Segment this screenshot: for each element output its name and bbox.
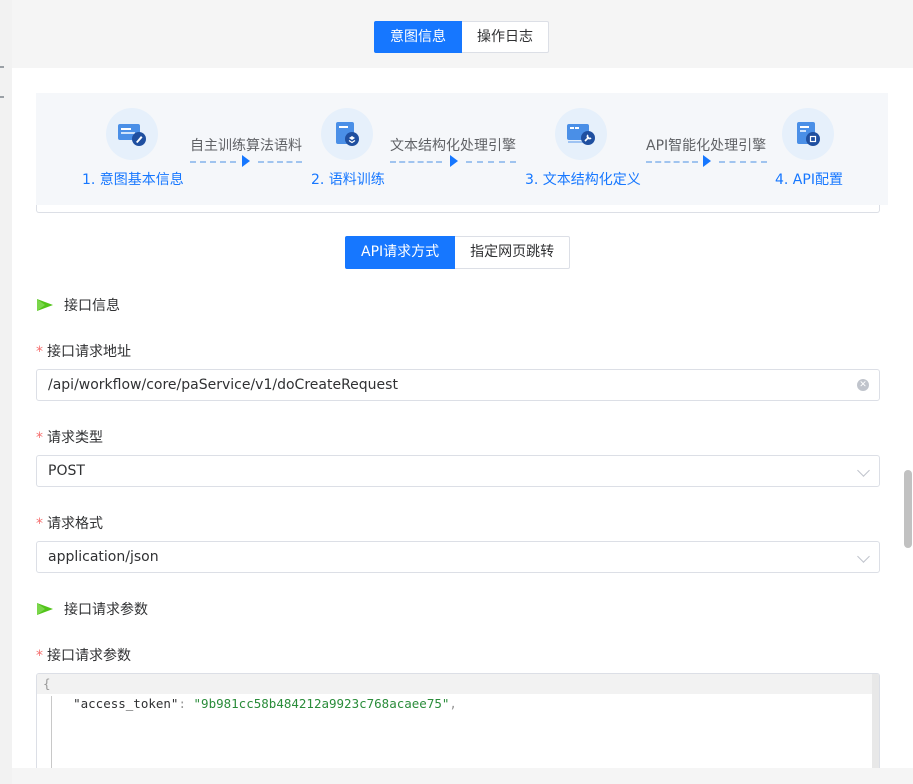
chevron-down-icon bbox=[857, 550, 870, 563]
label-request-method: * 请求类型 bbox=[36, 427, 103, 447]
label-text: 请求格式 bbox=[47, 516, 103, 532]
edge-mark bbox=[0, 66, 4, 68]
connector-1-dash bbox=[258, 161, 302, 163]
connector-2-label: 文本结构化处理引擎 bbox=[390, 138, 516, 154]
collapsed-field-edge bbox=[36, 205, 880, 213]
request-format-select[interactable]: application/json bbox=[36, 541, 880, 573]
tab-page-redirect[interactable]: 指定网页跳转 bbox=[455, 236, 571, 269]
section-interface-info: 接口信息 bbox=[36, 295, 120, 315]
request-url-input[interactable]: /api/workflow/core/paService/v1/doCreate… bbox=[36, 369, 880, 401]
connector-3-label: API智能化处理引擎 bbox=[646, 138, 767, 154]
layers-document-icon[interactable] bbox=[321, 108, 373, 160]
page-scrollbar-thumb[interactable] bbox=[904, 470, 912, 548]
bottom-bar bbox=[12, 768, 913, 784]
request-method-select[interactable]: POST bbox=[36, 455, 880, 487]
step-1-label[interactable]: 1. 意图基本信息 bbox=[82, 169, 184, 189]
section-title-text: 接口信息 bbox=[64, 298, 120, 314]
editor-scrollbar[interactable] bbox=[872, 674, 879, 768]
play-flag-icon bbox=[37, 299, 53, 311]
section-title-text: 接口请求参数 bbox=[64, 602, 148, 618]
step-4-label[interactable]: 4. API配置 bbox=[775, 169, 843, 189]
connector-3-dash bbox=[646, 161, 698, 163]
required-asterisk: * bbox=[36, 344, 43, 360]
select-value: application/json bbox=[48, 549, 159, 565]
label-request-format: * 请求格式 bbox=[36, 513, 103, 533]
left-edge bbox=[0, 0, 12, 784]
request-mode-tabs: API请求方式 指定网页跳转 bbox=[345, 236, 571, 269]
label-text: 接口请求参数 bbox=[47, 648, 131, 664]
code-line: { bbox=[37, 674, 879, 694]
step-2-label[interactable]: 2. 语料训练 bbox=[311, 169, 385, 189]
code-line: "access_token": "9b981cc58b484212a9923c7… bbox=[43, 696, 457, 711]
required-asterisk: * bbox=[36, 648, 43, 664]
input-value: /api/workflow/core/paService/v1/doCreate… bbox=[48, 377, 398, 393]
tab-api-request[interactable]: API请求方式 bbox=[345, 236, 456, 269]
connector-3-dash bbox=[719, 161, 767, 163]
intent-detail-panel: 意图信息 操作日志 1. 意图基本信息 自主训练算法语料 2. 语料训练 文本结… bbox=[12, 0, 913, 784]
connector-1-dash bbox=[190, 161, 236, 163]
label-text: 请求类型 bbox=[47, 430, 103, 446]
connector-2-dash bbox=[466, 161, 516, 163]
request-params-editor[interactable]: { "access_token": "9b981cc58b484212a9923… bbox=[36, 673, 880, 768]
indent-guide bbox=[51, 696, 52, 768]
chevron-down-icon bbox=[857, 464, 870, 477]
connector-2-dash bbox=[390, 161, 442, 163]
header-tabs: 意图信息 操作日志 bbox=[374, 21, 549, 53]
wrench-window-icon[interactable] bbox=[555, 108, 607, 160]
api-document-icon[interactable] bbox=[782, 108, 834, 160]
label-text: 接口请求地址 bbox=[47, 344, 131, 360]
connector-1-label: 自主训练算法语料 bbox=[190, 138, 302, 154]
select-value: POST bbox=[48, 463, 85, 479]
arrow-right-icon bbox=[242, 155, 250, 167]
section-request-params: 接口请求参数 bbox=[36, 599, 148, 619]
tab-operation-log[interactable]: 操作日志 bbox=[462, 21, 549, 53]
tab-intent-info[interactable]: 意图信息 bbox=[374, 21, 462, 53]
edge-mark bbox=[0, 96, 4, 98]
required-asterisk: * bbox=[36, 516, 43, 532]
required-asterisk: * bbox=[36, 430, 43, 446]
arrow-right-icon bbox=[703, 155, 711, 167]
panel-header: 意图信息 操作日志 bbox=[12, 0, 913, 68]
clear-icon[interactable]: ✕ bbox=[857, 379, 869, 391]
edit-form-icon[interactable] bbox=[106, 108, 158, 160]
content-area: 1. 意图基本信息 自主训练算法语料 2. 语料训练 文本结构化处理引擎 3. … bbox=[12, 68, 913, 768]
label-request-params: * 接口请求参数 bbox=[36, 645, 131, 665]
config-stepper: 1. 意图基本信息 自主训练算法语料 2. 语料训练 文本结构化处理引擎 3. … bbox=[36, 93, 888, 205]
play-flag-icon bbox=[37, 603, 53, 615]
label-request-url: * 接口请求地址 bbox=[36, 341, 131, 361]
arrow-right-icon bbox=[450, 155, 458, 167]
step-3-label[interactable]: 3. 文本结构化定义 bbox=[525, 169, 641, 189]
